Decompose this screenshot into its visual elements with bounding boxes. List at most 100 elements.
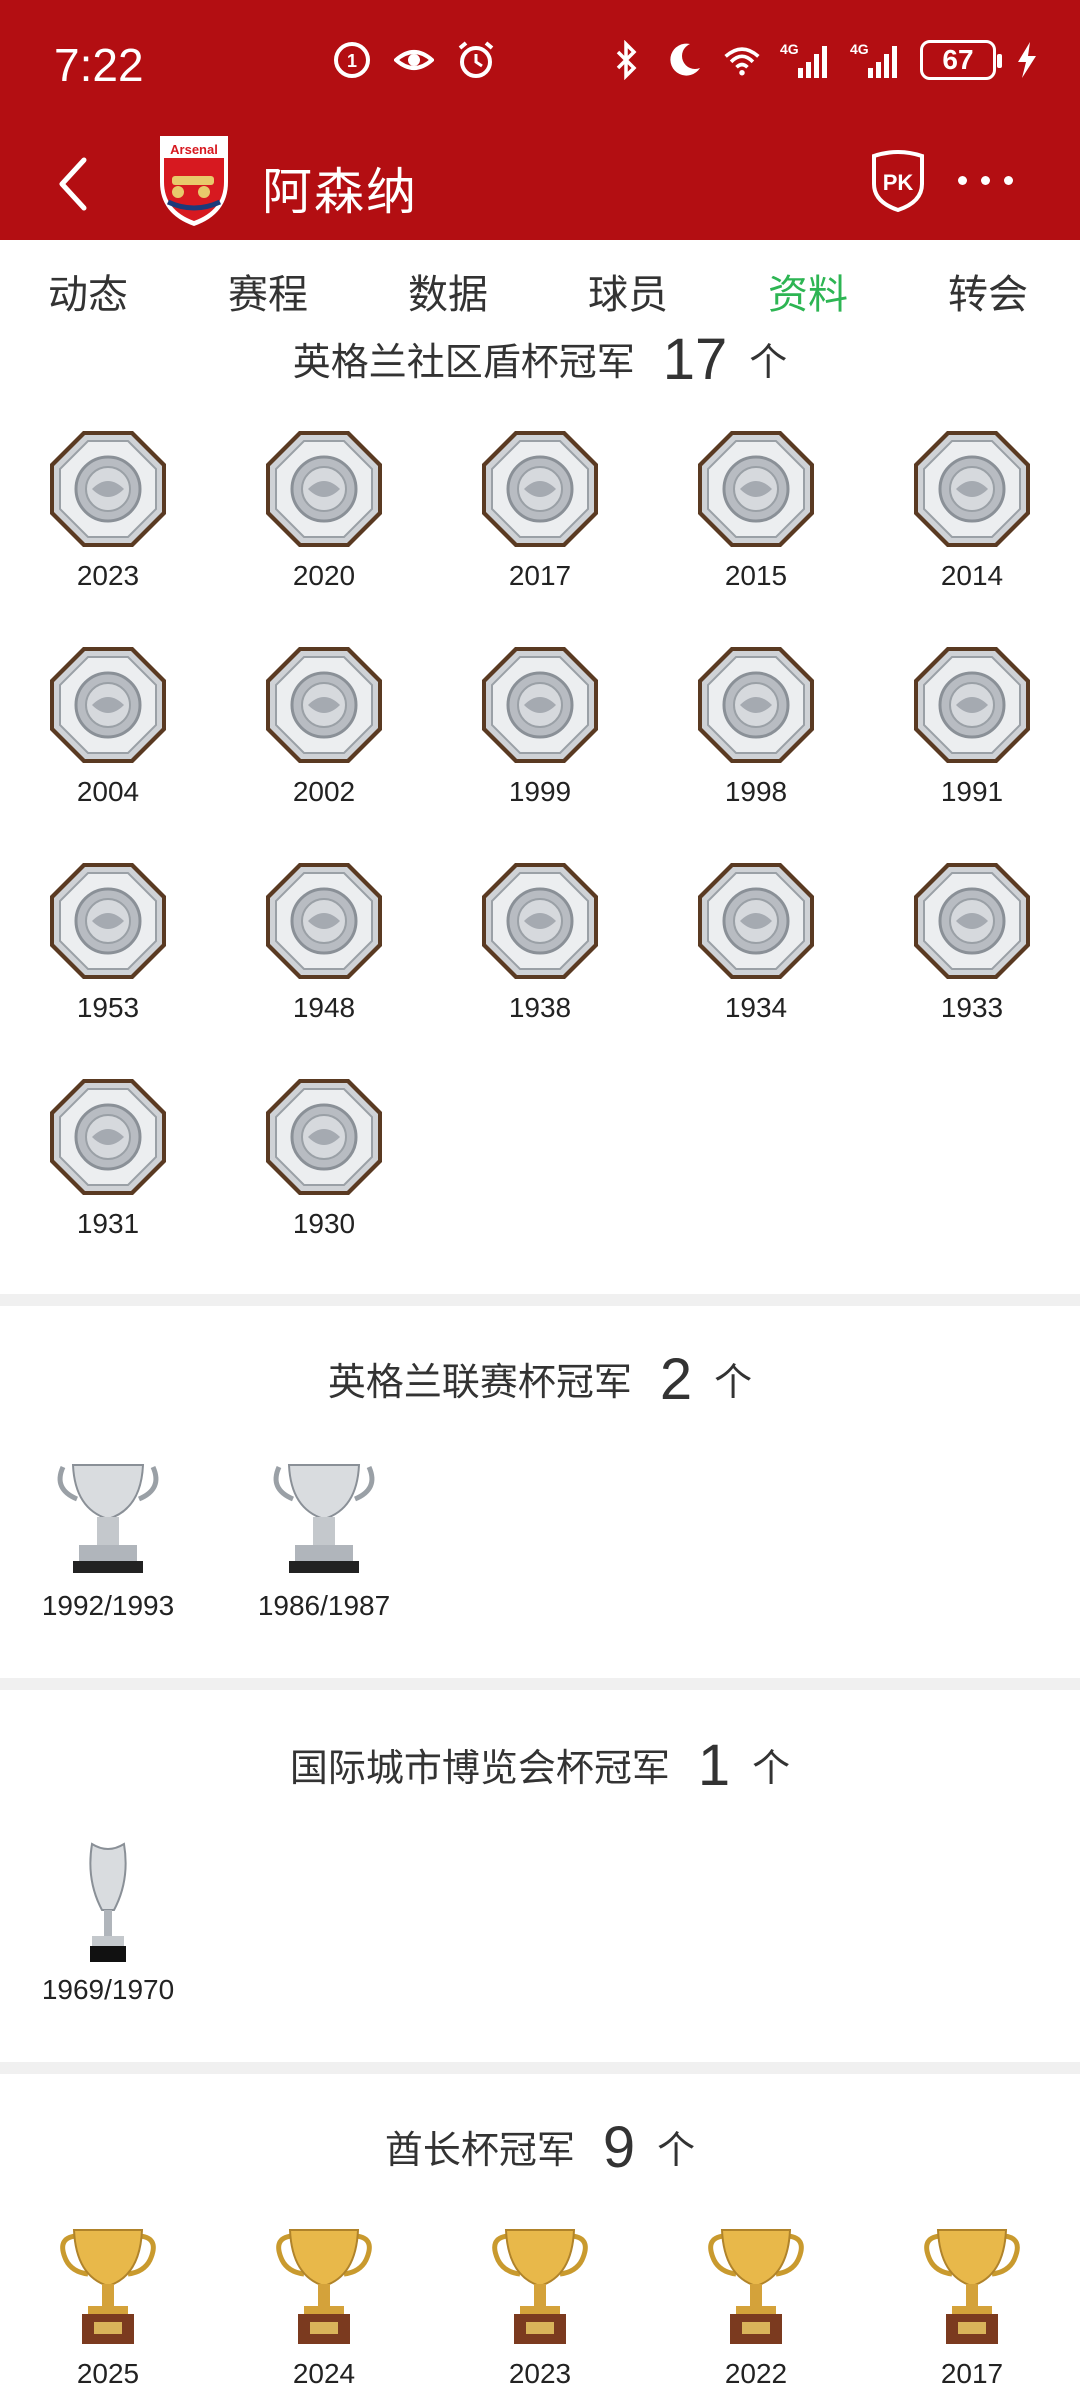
trophy-item: 1991 <box>864 642 1080 808</box>
svg-text:Arsenal: Arsenal <box>170 142 218 157</box>
trophy-year: 2017 <box>508 560 572 591</box>
section-divider <box>0 2062 1080 2074</box>
community-shield-icon <box>216 858 432 984</box>
trophy-year: 2015 <box>724 560 788 591</box>
trophy-count: 2 <box>659 1347 693 1412</box>
trophy-year: 2022 <box>724 2358 788 2389</box>
tab-transfers[interactable]: 转会 <box>948 262 1028 320</box>
community-shield-icon <box>432 642 648 768</box>
signal-4g-icon: 4G <box>780 41 827 78</box>
community-shield-icon <box>864 426 1080 552</box>
trophy-item: 1999 <box>432 642 648 808</box>
trophy-count: 17 <box>662 327 728 392</box>
trophy-item: 2023 <box>432 2224 648 2390</box>
svg-text:1: 1 <box>347 51 357 71</box>
trophy-year: 1969/1970 <box>41 1974 175 2005</box>
community-shield-icon <box>0 1074 216 1200</box>
tab-players[interactable]: 球员 <box>588 262 668 320</box>
community-shield-icon <box>432 858 648 984</box>
section-title-text: 英格兰社区盾杯冠军 <box>292 342 635 384</box>
more-options-button[interactable] <box>958 176 1013 185</box>
status-icons-left: 1 <box>332 40 496 80</box>
trophy-item: 2023 <box>0 426 216 592</box>
tab-profile[interactable]: 资料 <box>768 262 848 320</box>
tab-schedule[interactable]: 赛程 <box>228 262 308 320</box>
svg-text:4G: 4G <box>780 41 799 57</box>
trophy-year: 2025 <box>76 2358 140 2389</box>
trophy-year: 1992/1993 <box>41 1590 175 1621</box>
status-time: 7:22 <box>54 39 144 91</box>
gold-cup-icon <box>432 2224 648 2350</box>
trophy-item: 1930 <box>216 1074 432 1240</box>
community-shield-icon <box>216 426 432 552</box>
trophy-item: 2002 <box>216 642 432 808</box>
trophy-year: 1938 <box>508 992 572 1023</box>
league-cup-icon <box>216 1456 432 1582</box>
trophy-count: 1 <box>697 1733 731 1798</box>
section-title-text: 酋长杯冠军 <box>384 2130 575 2172</box>
league-cup-icon <box>0 1456 216 1582</box>
section-divider <box>0 1294 1080 1306</box>
trophy-year: 2004 <box>76 776 140 807</box>
moon-icon <box>670 43 700 76</box>
trophy-unit: 个 <box>752 1748 791 1790</box>
trophy-item: 1933 <box>864 858 1080 1024</box>
trophy-item: 2025 <box>0 2224 216 2390</box>
section-fairs-cup: 国际城市博览会杯冠军 1 个 1969/1970 <box>0 1690 1080 2060</box>
trophy-year: 1998 <box>724 776 788 807</box>
trophy-item: 1969/1970 <box>0 1840 216 2006</box>
section-title: 英格兰社区盾杯冠军 17 个 <box>0 326 1080 393</box>
team-name: 阿森纳 <box>262 164 418 220</box>
back-arrow-icon[interactable] <box>54 154 94 214</box>
trophy-year: 1933 <box>940 992 1004 1023</box>
trophy-year: 1991 <box>940 776 1004 807</box>
community-shield-icon <box>0 426 216 552</box>
fairs-cup-icon <box>0 1840 216 1966</box>
community-shield-icon <box>0 858 216 984</box>
trophy-item: 1948 <box>216 858 432 1024</box>
trophy-year: 1986/1987 <box>257 1590 391 1621</box>
trophy-year: 1934 <box>724 992 788 1023</box>
gold-cup-icon <box>0 2224 216 2350</box>
trophy-unit: 个 <box>714 1362 753 1404</box>
trophy-item: 1992/1993 <box>0 1456 216 1622</box>
section-community-shield: 英格兰社区盾杯冠军 17 个 2023 2020 2017 2015 2014 2004 200… <box>0 320 1080 1300</box>
community-shield-icon <box>648 642 864 768</box>
trophy-item: 1938 <box>432 858 648 1024</box>
trophy-item: 2017 <box>864 2224 1080 2390</box>
trophy-unit: 个 <box>657 2130 696 2172</box>
community-shield-icon <box>216 1074 432 1200</box>
trophy-item: 2020 <box>216 426 432 592</box>
tab-dynamic[interactable]: 动态 <box>48 262 128 320</box>
svg-text:4G: 4G <box>850 41 869 57</box>
trophy-year: 2017 <box>940 2358 1004 2389</box>
trophy-item: 2022 <box>648 2224 864 2390</box>
community-shield-icon <box>864 858 1080 984</box>
trophy-item: 1986/1987 <box>216 1456 432 1622</box>
trophy-item: 2024 <box>216 2224 432 2390</box>
bluetooth-icon <box>616 40 637 80</box>
wifi-icon <box>724 47 760 76</box>
gold-cup-icon <box>648 2224 864 2350</box>
charging-icon <box>1018 42 1036 78</box>
battery-indicator: 67 <box>920 40 1002 80</box>
trophy-count: 9 <box>602 2115 636 2180</box>
eye-icon <box>394 50 434 70</box>
trophy-item: 1931 <box>0 1074 216 1240</box>
header: 7:22 1 4G 4G 67 Arsenal 阿森纳 PK <box>0 0 1080 240</box>
battery-level: 67 <box>942 44 974 75</box>
app-bar: Arsenal 阿森纳 PK <box>0 132 1080 240</box>
tab-data[interactable]: 数据 <box>408 262 488 320</box>
trophy-item: 2015 <box>648 426 864 592</box>
trophy-year: 2024 <box>292 2358 356 2389</box>
trophy-item: 1998 <box>648 642 864 808</box>
trophy-year: 1931 <box>76 1208 140 1239</box>
pk-compare-button[interactable]: PK <box>870 150 926 212</box>
trophy-year: 2023 <box>76 560 140 591</box>
section-emirates-cup: 酋长杯冠军 9 个 2025 2024 2023 2022 2017 <box>0 2074 1080 2390</box>
section-divider <box>0 1678 1080 1690</box>
section-title: 英格兰联赛杯冠军 2 个 <box>0 1346 1080 1413</box>
section-title: 酋长杯冠军 9 个 <box>0 2114 1080 2181</box>
section-title-text: 国际城市博览会杯冠军 <box>289 1748 670 1790</box>
community-shield-icon <box>864 642 1080 768</box>
